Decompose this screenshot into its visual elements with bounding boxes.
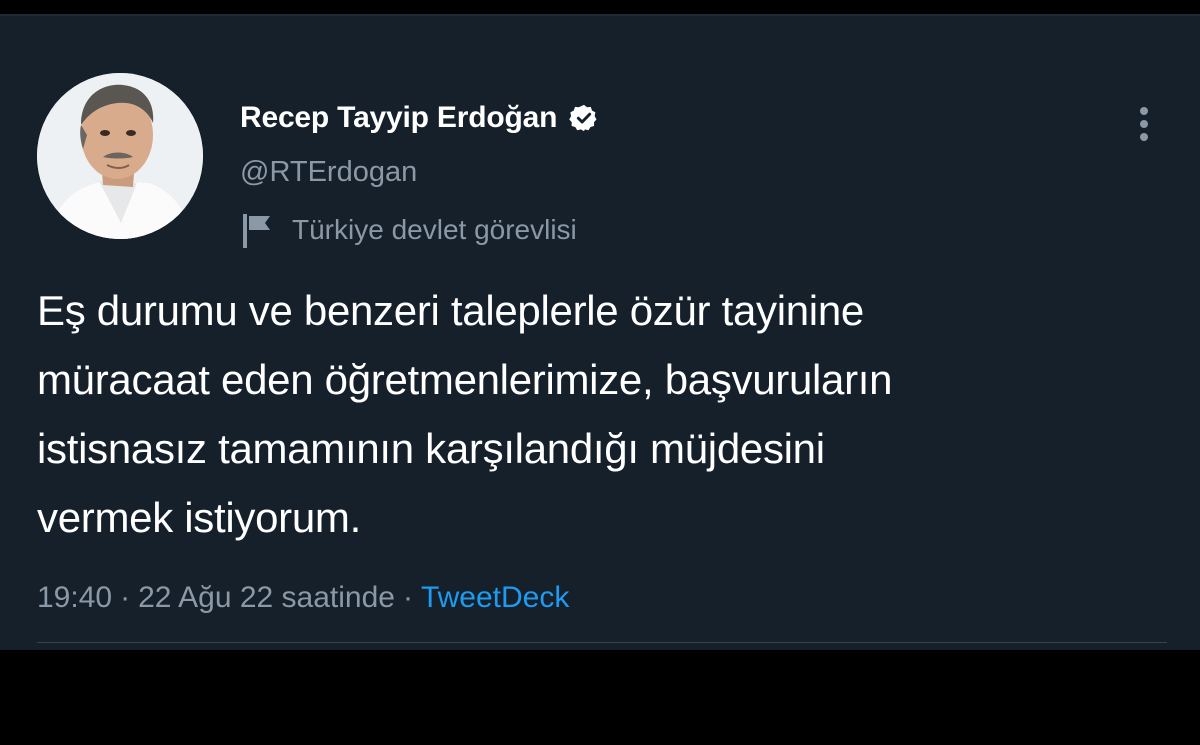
author-handle[interactable]: @RTErdogan	[240, 156, 417, 189]
meta-separator: ·	[402, 581, 413, 614]
author-name-row: Recep Tayyip Erdoğan	[240, 98, 599, 138]
author-avatar[interactable]	[37, 73, 203, 239]
more-options-button[interactable]	[1124, 102, 1164, 146]
more-vertical-icon	[1140, 107, 1148, 141]
tweet-text-line: müracaat eden öğretmenlerimize, başvurul…	[37, 356, 893, 403]
bottom-black-strip	[0, 650, 1200, 745]
avatar-portrait-image	[37, 73, 203, 239]
tweet-card: Recep Tayyip Erdoğan @RTErdogan Türkiye …	[0, 14, 1200, 650]
tweet-meta-row: 19:40 · 22 Ağu 22 saatinde · TweetDeck	[37, 576, 569, 620]
flag-icon	[240, 210, 278, 250]
verified-badge-icon	[569, 103, 599, 133]
tweet-text: Eş durumu ve benzeri taleplerle özür tay…	[37, 276, 1177, 552]
top-black-strip	[0, 0, 1200, 14]
government-label-row[interactable]: Türkiye devlet görevlisi	[240, 210, 577, 250]
tweet-time[interactable]: 19:40	[37, 581, 112, 615]
tweet-text-line: vermek istiyorum.	[37, 494, 361, 541]
government-label-text: Türkiye devlet görevlisi	[292, 214, 577, 245]
tweet-source-link[interactable]: TweetDeck	[421, 581, 569, 615]
tweet-date[interactable]: 22 Ağu 22 saatinde	[138, 581, 395, 615]
tweet-text-line: istisnasız tamamının karşılandığı müjdes…	[37, 425, 825, 472]
tweet-text-line: Eş durumu ve benzeri taleplerle özür tay…	[37, 287, 864, 334]
author-display-name[interactable]: Recep Tayyip Erdoğan	[240, 101, 557, 135]
card-top-border	[0, 14, 1200, 16]
meta-divider	[37, 642, 1167, 643]
meta-separator: ·	[120, 581, 131, 614]
